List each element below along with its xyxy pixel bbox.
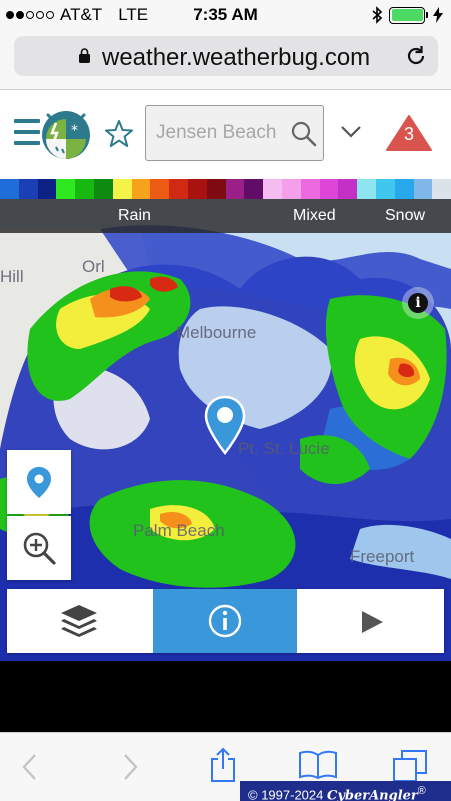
map-label-palm-beach: Palm Beach <box>133 521 225 540</box>
precip-type-legend: Rain Mixed Snow <box>0 199 451 233</box>
copyright-text: © 1997-2024 <box>248 787 324 801</box>
location-search[interactable] <box>145 105 324 161</box>
url-text: weather.weatherbug.com <box>102 44 371 71</box>
back-icon[interactable] <box>20 753 40 781</box>
radar-map[interactable]: Rain Mixed Snow Hill Orl Melbourne Pt. S… <box>0 199 451 661</box>
bluetooth-icon <box>372 6 383 24</box>
color-scale-swatch <box>112 179 132 199</box>
color-scale-swatch <box>338 179 358 199</box>
address-bar[interactable]: weather.weatherbug.com <box>14 36 438 76</box>
color-scale-swatch <box>244 179 264 199</box>
color-scale-swatch <box>225 179 245 199</box>
info-circle-icon <box>208 604 242 638</box>
battery-icon <box>389 6 428 24</box>
alert-count[interactable]: 3 <box>386 124 432 145</box>
color-scale-swatch <box>375 179 395 199</box>
map-label-hill: Hill <box>0 267 24 286</box>
play-icon <box>362 611 383 633</box>
share-icon[interactable] <box>208 747 238 783</box>
map-label-orlando: Orl <box>82 257 105 276</box>
color-scale-swatch <box>206 179 226 199</box>
copyright-watermark: © 1997-2024 CyberAngler® <box>240 781 451 801</box>
color-scale-swatch <box>319 179 339 199</box>
chevron-down-icon[interactable] <box>340 125 362 139</box>
color-scale-swatch <box>37 179 57 199</box>
legend-rain: Rain <box>118 207 151 224</box>
color-scale-swatch <box>263 179 282 199</box>
color-scale-swatch <box>18 179 38 199</box>
status-bar: AT&T LTE 7:35 AM <box>0 0 451 30</box>
info-icon: i <box>408 293 428 313</box>
map-label-melbourne: Melbourne <box>176 323 257 342</box>
color-scale-swatch <box>93 179 113 199</box>
reload-icon[interactable] <box>404 44 428 68</box>
map-info-button[interactable]: i <box>402 287 434 319</box>
color-scale-swatch <box>169 179 188 199</box>
color-scale-swatch <box>413 179 433 199</box>
menu-icon[interactable] <box>14 119 40 149</box>
page-blank-area <box>0 661 451 732</box>
svg-text:*: * <box>71 123 78 139</box>
legend-snow: Snow <box>385 207 426 224</box>
map-control-bar <box>7 589 444 653</box>
location-marker-icon <box>27 467 51 498</box>
precipitation-color-scale <box>0 179 451 199</box>
app-header: * 3 <box>0 91 451 179</box>
forward-icon[interactable] <box>120 753 140 781</box>
color-scale-swatch <box>131 179 151 199</box>
color-scale-swatch <box>56 179 76 199</box>
weatherbug-logo[interactable]: * <box>40 107 92 161</box>
color-scale-swatch <box>0 179 19 199</box>
my-location-button[interactable] <box>7 450 71 514</box>
bookmarks-icon[interactable] <box>298 749 338 779</box>
info-tab-button[interactable] <box>153 589 297 653</box>
map-label-st-lucie: Pt. St. Lucie <box>238 439 330 458</box>
color-scale-swatch <box>357 179 376 199</box>
layers-button[interactable] <box>7 589 153 653</box>
charging-bolt-icon <box>433 7 443 23</box>
lock-icon <box>79 48 90 63</box>
registered-mark: ® <box>417 785 426 797</box>
layers-icon <box>61 605 97 637</box>
watermark-brand: CyberAngler <box>326 788 418 801</box>
color-scale-swatch <box>432 179 451 199</box>
favorite-star-icon[interactable] <box>104 119 134 149</box>
location-pin-icon[interactable] <box>204 395 246 455</box>
browser-address-area: weather.weatherbug.com <box>0 30 451 90</box>
search-icon[interactable] <box>291 121 317 147</box>
play-animation-button[interactable] <box>297 589 444 653</box>
color-scale-swatch <box>300 179 320 199</box>
zoom-button[interactable] <box>7 516 71 580</box>
tabs-icon[interactable] <box>392 749 428 783</box>
color-scale-swatch <box>75 179 94 199</box>
color-scale-swatch <box>187 179 207 199</box>
location-search-input[interactable] <box>156 120 286 146</box>
color-scale-swatch <box>281 179 301 199</box>
legend-mixed: Mixed <box>293 207 336 224</box>
color-scale-swatch <box>150 179 170 199</box>
color-scale-swatch <box>394 179 414 199</box>
map-label-freeport: Freeport <box>350 547 415 566</box>
zoom-in-icon <box>23 532 56 565</box>
